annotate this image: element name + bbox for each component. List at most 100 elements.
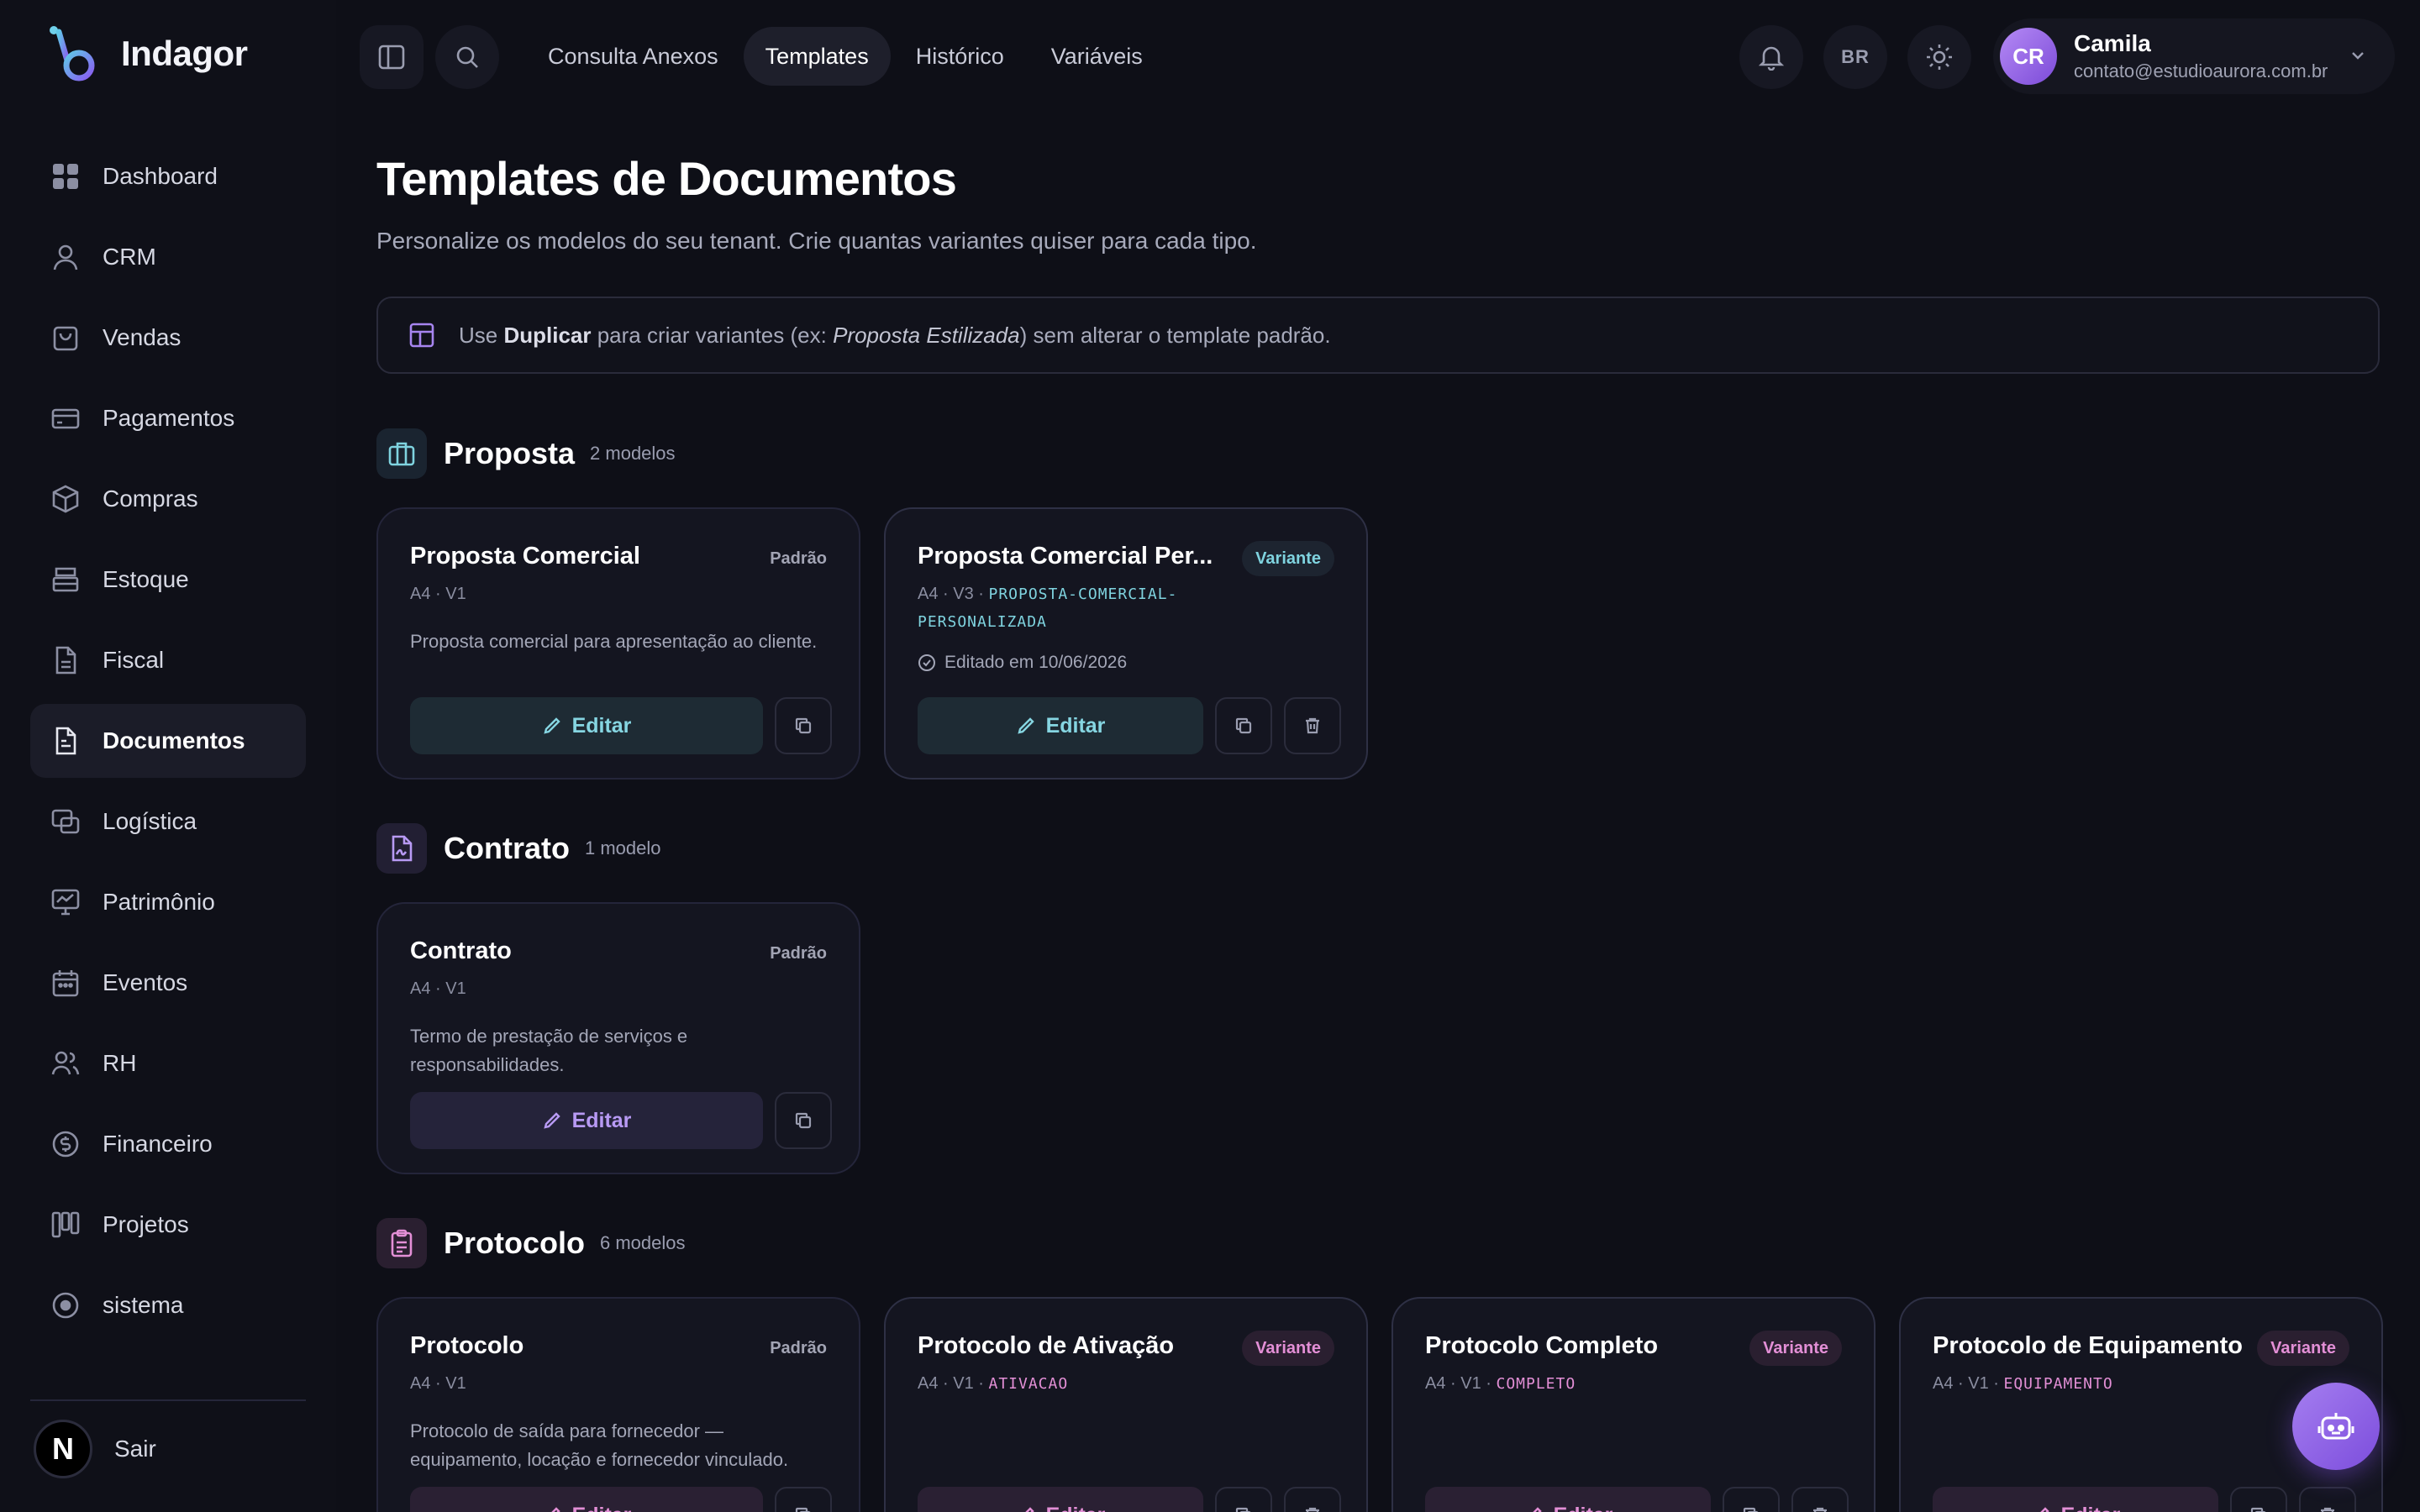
sidebar-item-label: Estoque [103, 566, 189, 592]
sidebar-item-projetos[interactable]: Projetos [30, 1188, 306, 1262]
card-description: Proposta comercial para apresentação ao … [410, 631, 818, 652]
sidebar-item-financeiro[interactable]: Financeiro [30, 1107, 306, 1181]
sidebar-item-vendas[interactable]: Vendas [30, 301, 306, 375]
sidebar-item-logistica[interactable]: Logística [30, 785, 306, 858]
card-meta: A4 · V3 · PROPOSTA-COMERCIAL- PERSONALIZA… [918, 585, 1178, 631]
template-card: Protocolo Completo Variante A4 · V1 · CO… [1392, 1297, 1876, 1512]
file-signature-icon [376, 823, 427, 874]
toggle-sidebar-button[interactable] [360, 25, 424, 89]
trash-icon [1306, 717, 1319, 734]
sun-icon [1927, 45, 1952, 70]
sidebar-item-sistema[interactable]: sistema [30, 1268, 306, 1342]
sidebar-item-fiscal[interactable]: Fiscal [30, 623, 306, 697]
sidebar-item-estoque[interactable]: Estoque [30, 543, 306, 617]
card-title: Proposta Comercial [410, 543, 640, 570]
template-card: Protocolo Padrão A4 · V1 Protocolo de sa… [376, 1297, 860, 1512]
card-meta: A4 · V1 · ATIVACAO [918, 1374, 1069, 1393]
sidebar-item-crm[interactable]: CRM [30, 220, 306, 294]
template-card: Protocolo de Ativação Variante A4 · V1 ·… [884, 1297, 1368, 1512]
trash-icon [1813, 1507, 1827, 1512]
copy-icon [1743, 1507, 1759, 1512]
edit-button[interactable]: Editar [918, 1487, 1203, 1512]
section-proposta: Proposta 2 modelos Proposta Comercial Pa… [376, 428, 2380, 780]
pencil-icon [550, 1507, 560, 1512]
trash-icon [2321, 1507, 2334, 1512]
user-email: contato@estudioaurora.com.br [2074, 60, 2328, 81]
duplicate-button[interactable] [2230, 1487, 2287, 1512]
edit-button[interactable]: Editar [918, 697, 1203, 754]
sidebar-item-label: Eventos [103, 969, 188, 995]
sidebar-item-label: sistema [103, 1292, 184, 1318]
edit-button[interactable]: Editar [1933, 1487, 2218, 1512]
locale-button[interactable]: BR [1823, 25, 1887, 89]
duplicate-button[interactable] [1723, 1487, 1780, 1512]
app-logo[interactable]: Indagor [47, 24, 248, 84]
tab-templates[interactable]: Templates [743, 27, 891, 86]
tab-consulta-anexos[interactable]: Consulta Anexos [526, 27, 740, 86]
sidebar-item-pagamentos[interactable]: Pagamentos [30, 381, 306, 455]
search-button[interactable] [435, 25, 499, 89]
tab-variaveis[interactable]: Variáveis [1029, 27, 1165, 86]
delete-button[interactable] [2299, 1487, 2356, 1512]
logout-button[interactable]: N Sair [34, 1420, 156, 1478]
sidebar-toggle-icon [378, 45, 405, 70]
page-subtitle: Personalize os modelos do seu tenant. Cr… [376, 228, 1257, 254]
dashboard-icon [50, 161, 81, 192]
status-badge: Variante [2257, 1331, 2349, 1366]
sidebar-item-documentos[interactable]: Documentos [30, 704, 306, 778]
copy-icon [795, 1507, 811, 1512]
circle-icon [50, 1290, 81, 1320]
sidebar-item-label: Pagamentos [103, 405, 235, 431]
edit-button[interactable]: Editar [410, 697, 763, 754]
card-meta: A4 · V1 [410, 1374, 466, 1393]
sidebar-nav: Dashboard CRM Vendas Pagamentos Compras … [30, 139, 306, 1349]
delete-button[interactable] [1791, 1487, 1849, 1512]
sidebar-item-compras[interactable]: Compras [30, 462, 306, 536]
status-badge: Variante [1242, 541, 1334, 576]
pencil-icon [1024, 1507, 1034, 1512]
status-badge: Variante [1242, 1331, 1334, 1366]
delete-button[interactable] [1284, 697, 1341, 754]
delete-button[interactable] [1284, 1487, 1341, 1512]
sidebar: Indagor Dashboard CRM Vendas Pagamentos … [0, 0, 336, 1512]
notifications-button[interactable] [1739, 25, 1803, 89]
duplicate-button[interactable] [1215, 697, 1272, 754]
section-count: 6 modelos [600, 1232, 686, 1253]
pencil-icon [1017, 717, 1034, 734]
sidebar-item-label: Documentos [103, 727, 245, 753]
edit-button[interactable]: Editar [1425, 1487, 1711, 1512]
sidebar-item-label: Fiscal [103, 647, 165, 673]
main-content: Templates de Documentos Personalize os m… [376, 151, 2383, 1512]
sidebar-item-eventos[interactable]: Eventos [30, 946, 306, 1020]
robot-icon [2317, 1413, 2354, 1440]
user-icon [50, 242, 81, 272]
pencil-icon [543, 717, 560, 734]
calendar-icon [50, 968, 81, 998]
pencil-icon [1532, 1507, 1542, 1512]
duplicate-button[interactable] [775, 1092, 832, 1149]
sidebar-item-patrimonio[interactable]: Patrimônio [30, 865, 306, 939]
card-title: Protocolo de Ativação [918, 1332, 1175, 1359]
app-name: Indagor [121, 34, 248, 73]
duplicate-button[interactable] [775, 697, 832, 754]
duplicate-button[interactable] [775, 1487, 832, 1512]
avatar: CR [2000, 28, 2057, 85]
edit-button[interactable]: Editar [410, 1487, 763, 1512]
duplicate-button[interactable] [1215, 1487, 1272, 1512]
tab-historico[interactable]: Histórico [894, 27, 1026, 86]
sidebar-item-dashboard[interactable]: Dashboard [30, 139, 306, 213]
card-title: Protocolo de Equipamento [1933, 1332, 2243, 1359]
pencil-icon [543, 1112, 560, 1129]
info-text: Use Duplicar para criar variantes (ex: P… [459, 322, 1331, 348]
sidebar-item-rh[interactable]: RH [30, 1026, 306, 1100]
file-icon [50, 645, 81, 675]
user-menu[interactable]: CR Camila contato@estudioaurora.com.br [1993, 18, 2395, 94]
logo-icon [50, 26, 95, 81]
shopping-bag-icon [50, 323, 81, 353]
assistant-fab-button[interactable] [2292, 1383, 2380, 1470]
theme-toggle-button[interactable] [1907, 25, 1971, 89]
edit-button[interactable]: Editar [410, 1092, 763, 1149]
chevron-down-icon [2352, 52, 2364, 60]
section-title: Protocolo [444, 1226, 585, 1260]
layout-icon [409, 323, 434, 348]
